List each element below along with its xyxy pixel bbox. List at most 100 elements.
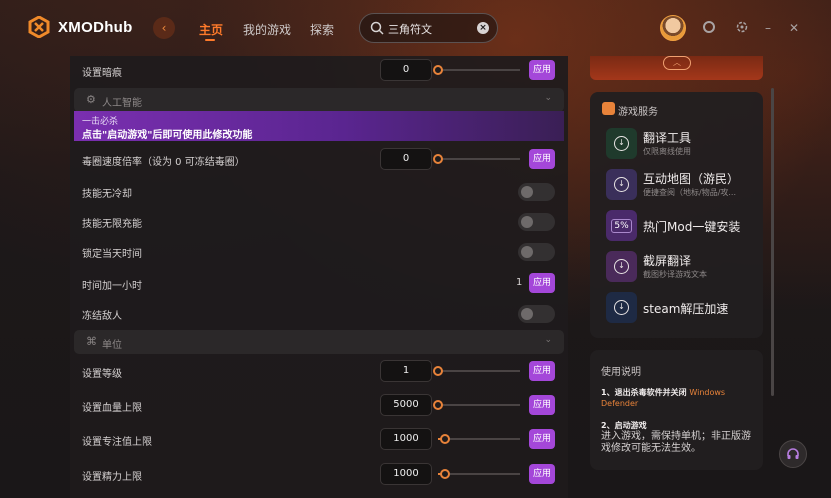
back-button[interactable]: ‹ [153, 17, 175, 39]
progress-badge: 5% [611, 218, 632, 233]
instructions-title: 使用说明 [601, 367, 641, 378]
option-row: 设置精力上限 1000 应用 [70, 460, 568, 490]
value-input[interactable]: 0 [380, 148, 432, 170]
service-name: 热门Mod一键安装 [643, 220, 741, 234]
option-label: 设置等级 [82, 369, 122, 380]
app-name: XMODhub [58, 18, 133, 36]
option-row: 设置暗痕 0 应用 [70, 56, 568, 86]
value-input[interactable]: 1000 [380, 463, 432, 485]
top-bar: XMODhub ‹ 主页 我的游戏 探索 三角符文 × – ✕ [0, 0, 831, 56]
clear-search-icon[interactable]: × [477, 22, 489, 34]
chevron-down-icon: ⌄ [544, 335, 552, 345]
xmod-logo-icon [28, 16, 50, 38]
value-slider[interactable] [433, 366, 520, 376]
option-label: 设置暗痕 [82, 68, 122, 79]
notification-icon[interactable] [701, 20, 717, 36]
service-item-translate[interactable]: ↓ 翻译工具 仅限离线使用 [606, 127, 756, 161]
slider-handle[interactable] [439, 469, 450, 479]
service-item-screen-translate[interactable]: ↓ 截屏翻译 截图秒译游戏文本 [606, 250, 756, 284]
service-name: 截屏翻译 [643, 254, 692, 268]
toggle-knob [521, 246, 533, 258]
apply-button[interactable]: 应用 [529, 361, 555, 381]
download-icon: ↓ [606, 169, 637, 200]
value-slider[interactable] [433, 154, 520, 164]
toggle-switch[interactable] [518, 243, 555, 261]
option-label: 毒圈速度倍率（设为 0 可冻结毒圈） [82, 157, 245, 168]
toggle-knob [521, 186, 533, 198]
service-desc: 仅限离线使用 [643, 147, 691, 156]
services-title: 游戏服务 [618, 107, 658, 118]
app-logo[interactable]: XMODhub [28, 16, 133, 38]
box-icon [602, 102, 615, 115]
apply-button[interactable]: 应用 [529, 429, 555, 449]
scrollbar[interactable] [771, 88, 774, 396]
slider-handle[interactable] [439, 434, 450, 444]
service-name: 互动地图（游民） [643, 172, 740, 186]
apply-button[interactable]: 应用 [529, 60, 555, 80]
service-item-steam[interactable]: ↓ steam解压加速 [606, 291, 756, 325]
headset-icon [787, 448, 799, 459]
option-row: 设置专注值上限 1000 应用 [70, 425, 568, 455]
value-input[interactable]: 0 [380, 59, 432, 81]
apply-button[interactable]: 应用 [529, 464, 555, 484]
close-icon[interactable]: ✕ [786, 20, 802, 36]
value-input[interactable]: 1 [380, 360, 432, 382]
step-title: 2、启动游戏 [601, 421, 647, 430]
slider-handle[interactable] [433, 65, 443, 75]
section-title: 人工智能 [102, 98, 142, 109]
value-slider[interactable] [433, 400, 520, 410]
support-button[interactable] [779, 440, 807, 468]
slider-handle[interactable] [433, 366, 443, 376]
minimize-icon[interactable]: – [760, 20, 776, 36]
value-slider[interactable] [433, 65, 520, 75]
instruction-step-1: 1、退出杀毒软件并关闭 Windows Defender [601, 387, 753, 409]
apply-button[interactable]: 应用 [529, 149, 555, 169]
service-name: steam解压加速 [643, 302, 729, 316]
value-slider[interactable] [438, 434, 520, 444]
search-input[interactable]: 三角符文 [388, 21, 432, 37]
launch-game-banner: 一击必杀 点击"启动游戏"后即可使用此修改功能 [74, 111, 564, 141]
banner-message: 点击"启动游戏"后即可使用此修改功能 [82, 130, 253, 141]
option-label: 时间加一小时 [82, 281, 142, 292]
game-services-panel: 游戏服务 ↓ 翻译工具 仅限离线使用 ↓ 互动地图（游民） 便捷查阅（地标/物品… [590, 92, 763, 338]
toggle-switch[interactable] [518, 183, 555, 201]
percent-icon: 5% [606, 210, 637, 241]
slider-handle[interactable] [433, 400, 443, 410]
robot-icon: ⚙ [86, 93, 96, 106]
instruction-step-2: 2、启动游戏 进入游戏，需保持单机；非正版游戏修改可能无法生效。 [601, 420, 753, 455]
option-row: 设置血量上限 5000 应用 [70, 391, 568, 421]
tab-explore[interactable]: 探索 [310, 21, 334, 38]
value-input[interactable]: 5000 [380, 394, 432, 416]
option-row: 毒圈速度倍率（设为 0 可冻结毒圈） 0 应用 [70, 145, 568, 175]
value-input[interactable]: 1000 [380, 428, 432, 450]
toggle-switch[interactable] [518, 213, 555, 231]
toggle-switch[interactable] [518, 305, 555, 323]
toggle-knob [521, 216, 533, 228]
option-label: 技能无冷却 [82, 189, 132, 200]
apply-button[interactable]: 应用 [529, 395, 555, 415]
step-text: 1、退出杀毒软件并关闭 [601, 388, 690, 397]
section-title: 单位 [102, 340, 122, 351]
option-row: 设置等级 1 应用 [70, 357, 568, 387]
apply-button[interactable]: 应用 [529, 273, 555, 293]
chevron-up-icon[interactable]: ︿ [663, 56, 691, 70]
unit-icon: ⌘ [86, 335, 97, 348]
section-header-ai[interactable]: ⚙ 人工智能 ⌄ [74, 88, 564, 112]
option-row: 冻结敌人 [70, 299, 568, 329]
avatar[interactable] [660, 15, 686, 41]
service-item-map[interactable]: ↓ 互动地图（游民） 便捷查阅（地标/物品/攻... [606, 168, 756, 202]
tab-my-games[interactable]: 我的游戏 [243, 21, 291, 38]
search-box[interactable]: 三角符文 × [359, 13, 498, 43]
option-row: 锁定当天时间 [70, 237, 568, 267]
service-name: 翻译工具 [643, 131, 692, 145]
service-item-mod-install[interactable]: 5% 热门Mod一键安装 [606, 209, 756, 243]
download-icon: ↓ [606, 251, 637, 282]
value-slider[interactable] [438, 469, 520, 479]
tab-home[interactable]: 主页 [199, 21, 223, 38]
section-header-units[interactable]: ⌘ 单位 ⌄ [74, 330, 564, 354]
active-tab-indicator [205, 39, 215, 41]
search-icon [370, 21, 384, 35]
slider-handle[interactable] [433, 154, 443, 164]
settings-icon[interactable] [734, 20, 750, 36]
option-label: 设置专注值上限 [82, 437, 152, 448]
